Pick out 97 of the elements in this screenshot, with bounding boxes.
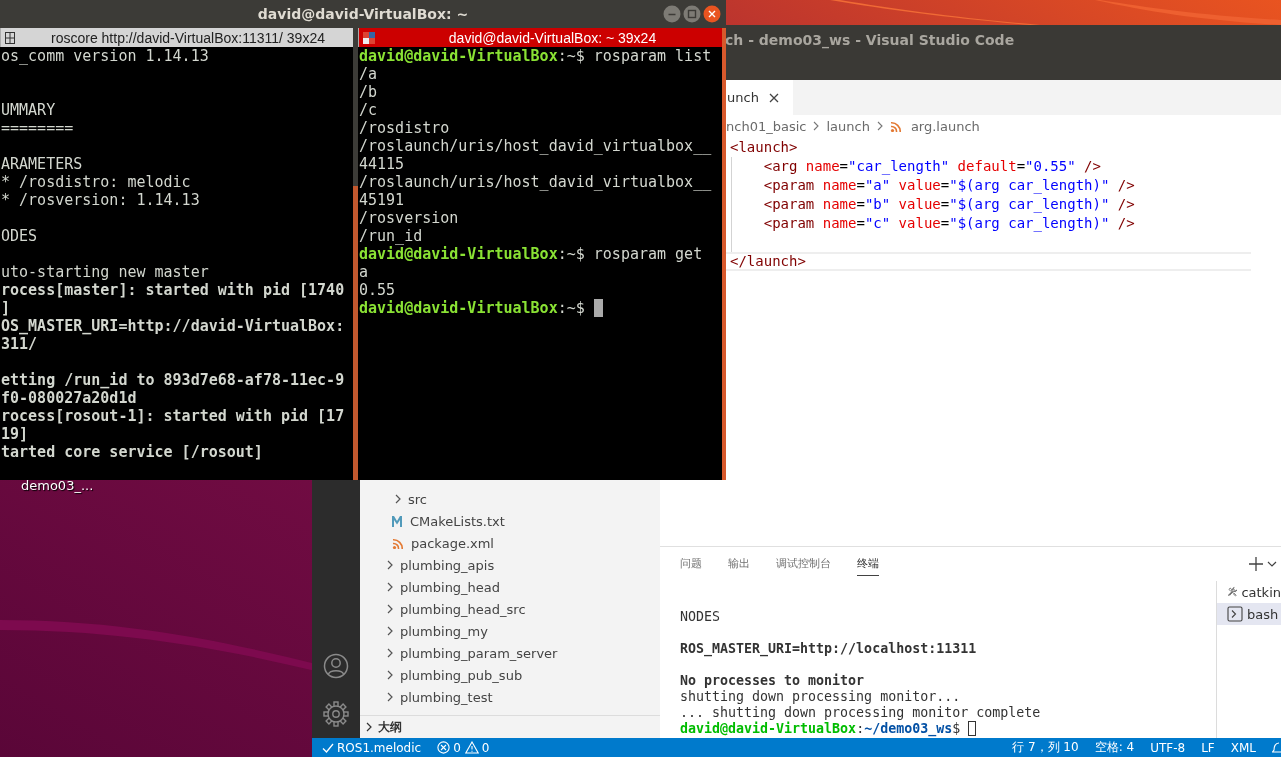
terminal-line: /run_id	[359, 227, 423, 245]
terminal-line: rocess[rosout-1]: started with pid [17	[1, 407, 345, 425]
terminal-line: /rosversion	[359, 209, 459, 227]
terminal-line: 45191	[359, 191, 405, 209]
window-title: david@david-VirtualBox: ~	[257, 6, 469, 22]
tree-item[interactable]: CMakeLists.txt	[360, 510, 660, 532]
terminal-line: ]	[1, 299, 11, 317]
terminal-line: etting /run_id to 893d7e68-af78-11ec-9	[1, 371, 345, 389]
terminal-line: 44115	[359, 155, 405, 173]
settings-icon[interactable]	[323, 701, 349, 727]
breadcrumb-item[interactable]: launch	[826, 118, 870, 134]
panel-tab[interactable]: 调试控制台	[776, 552, 831, 576]
terminal-line: rocess[master]: started with pid [1740	[1, 281, 345, 299]
chevron-icon	[875, 120, 884, 132]
desktop-icon-label[interactable]: demo03_...	[21, 478, 94, 493]
terminal-line: /a	[359, 65, 378, 83]
check-icon	[322, 741, 334, 754]
bell-icon[interactable]	[1272, 740, 1281, 755]
code-line: </launch>	[730, 253, 806, 269]
rss-icon	[889, 120, 901, 132]
warning-icon	[464, 741, 479, 754]
layout-icon[interactable]	[5, 31, 15, 44]
tools-icon	[1227, 584, 1238, 600]
tree-item[interactable]: plumbing_test	[360, 686, 660, 708]
tree-item[interactable]: package.xml	[360, 532, 660, 554]
terminal-line: 311/	[1, 335, 38, 353]
status-item[interactable]: 空格: 4	[1094, 739, 1135, 756]
terminal-list-item[interactable]: catkin	[1217, 581, 1281, 603]
breadcrumb-item[interactable]: arg.launch	[889, 118, 980, 134]
terminal-line: uto-starting new master	[1, 263, 209, 281]
close-icon[interactable]	[768, 92, 779, 103]
layout-icon[interactable]	[363, 31, 375, 44]
tree-item[interactable]: plumbing_apis	[360, 554, 660, 576]
panel-tab[interactable]: 输出	[728, 552, 750, 576]
chevron-icon[interactable]	[1267, 559, 1277, 569]
terminal-line: david@david-VirtualBox:~$ rosparam list	[359, 47, 712, 65]
terminal-line: UMMARY	[1, 101, 56, 119]
terminal-line: os_comm version 1.14.13	[1, 47, 209, 65]
terminal-line: ARAMETERS	[1, 155, 83, 173]
close-button[interactable]	[703, 5, 721, 23]
terminal-line: * /rosversion: 1.14.13	[1, 191, 200, 209]
terminal-line: No processes to monitor	[680, 673, 865, 689]
terminal-line: shutting down processing monitor...	[680, 689, 961, 705]
tree-item[interactable]: src	[360, 488, 660, 510]
chevron-icon	[812, 120, 821, 132]
status-item[interactable]: 0	[437, 740, 461, 755]
terminal-line: david@david-VirtualBox:~/demo03_ws$	[680, 721, 962, 737]
window-title: ch - demo03_ws - Visual Studio Code	[725, 32, 1015, 48]
code-line: <launch>	[730, 139, 798, 155]
terminal-list-item[interactable]: bash	[1217, 603, 1281, 625]
terminal-line: tarted core service [/rosout]	[1, 443, 263, 461]
file-icon	[392, 515, 402, 527]
panel-tab[interactable]: 终端	[857, 552, 879, 576]
code-line: <arg name="car_length" default="0.55" />	[762, 158, 1101, 174]
tree-item[interactable]: plumbing_param_server	[360, 642, 660, 664]
terminal-line: ... shutting down processing monitor complete	[680, 705, 1041, 721]
terminal-line: ODES	[1, 227, 38, 245]
rss-icon	[392, 537, 403, 549]
code-line: <param name="b" value="$(arg car_length)" />	[762, 196, 1135, 212]
terminal-line: a	[359, 263, 369, 281]
tree-item[interactable]: plumbing_head_src	[360, 598, 660, 620]
minimize-button[interactable]	[663, 5, 681, 23]
terminal-line: 19]	[1, 425, 29, 443]
status-item[interactable]: XML	[1230, 740, 1256, 755]
terminal-line: ROS_MASTER_URI=http://localhost:11311	[680, 641, 977, 657]
status-item[interactable]: LF	[1201, 740, 1215, 755]
terminal-line: /rosdistro	[359, 119, 450, 137]
code-line: <param name="a" value="$(arg car_length)" />	[762, 177, 1135, 193]
tree-item[interactable]: plumbing_head	[360, 576, 660, 598]
tree-item[interactable]: plumbing_my	[360, 620, 660, 642]
terminal-line: ========	[1, 119, 74, 137]
pane-title: david@david-VirtualBox: ~ 39x24	[447, 29, 658, 46]
pane-title: roscore http://david-VirtualBox:11311/ 39x24	[50, 29, 326, 46]
terminal-line: 0.55	[359, 281, 396, 299]
terminal-line: f0-080027a20d1d	[1, 389, 137, 407]
breadcrumb-item[interactable]: nch01_basic	[726, 118, 807, 134]
editor-tab[interactable]: unch	[726, 80, 793, 115]
panel-tab[interactable]: 问题	[680, 552, 702, 576]
tree-item[interactable]: plumbing_pub_sub	[360, 664, 660, 686]
status-item[interactable]: 行 7，列 10	[1012, 739, 1079, 756]
terminal-line: david@david-VirtualBox:~$	[359, 299, 586, 317]
plus-icon[interactable]	[1249, 557, 1263, 571]
code-line: <param name="c" value="$(arg car_length)" />	[762, 215, 1135, 231]
terminal-line: * /rosdistro: melodic	[1, 173, 191, 191]
terminal-line: david@david-VirtualBox:~$ rosparam get	[359, 245, 703, 263]
terminal-line: /roslaunch/uris/host_david_virtualbox__	[359, 173, 712, 191]
status-item[interactable]: UTF-8	[1150, 740, 1186, 755]
status-item[interactable]: 0	[464, 740, 490, 755]
error-icon	[437, 741, 451, 754]
terminal-line: NODES	[680, 609, 721, 625]
account-icon[interactable]	[323, 653, 349, 679]
terminal-line: /c	[359, 101, 378, 119]
terminal-line: /b	[359, 83, 378, 101]
terminal-line: OS_MASTER_URI=http://david-VirtualBox:	[1, 317, 345, 335]
terminal-line: /roslaunch/uris/host_david_virtualbox__	[359, 137, 712, 155]
status-item[interactable]: ROS1.melodic	[322, 740, 422, 755]
terminal-icon	[1227, 606, 1243, 622]
